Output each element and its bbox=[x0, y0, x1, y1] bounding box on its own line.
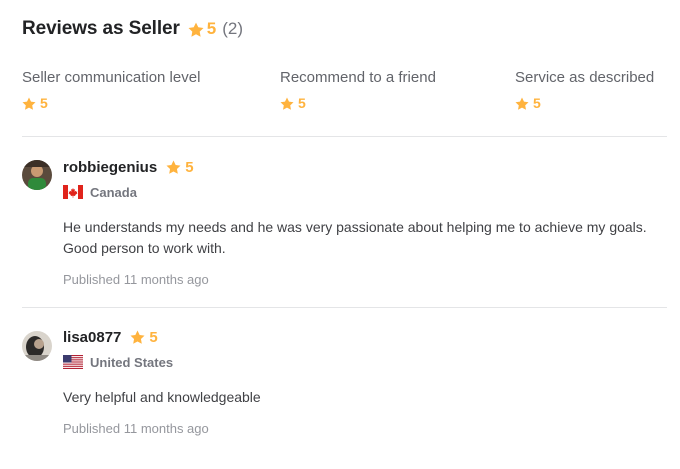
breakdown-label: Service as described bbox=[515, 69, 655, 86]
breakdown-value: 5 bbox=[298, 95, 306, 111]
breakdown-rating: 5 bbox=[22, 95, 200, 111]
divider bbox=[22, 136, 667, 137]
star-icon bbox=[188, 22, 204, 37]
review-published-date: Published 11 months ago bbox=[63, 421, 209, 436]
reviewer-country: United States bbox=[63, 354, 663, 370]
review-text: He understands my needs and he was very … bbox=[63, 217, 663, 259]
breakdown-service: Service as described 5 bbox=[515, 69, 654, 111]
review-rating: 5 bbox=[185, 158, 194, 176]
star-icon bbox=[130, 330, 145, 344]
breakdown-communication: Seller communication level 5 bbox=[22, 69, 200, 111]
breakdown-label: Seller communication level bbox=[22, 69, 201, 86]
avatar[interactable] bbox=[22, 331, 52, 361]
country-name: Canada bbox=[90, 184, 137, 200]
star-icon bbox=[22, 97, 36, 110]
reviewer-username[interactable]: robbiegenius bbox=[63, 159, 157, 176]
rating-breakdown: Seller communication level 5 Recommend t… bbox=[0, 69, 680, 117]
country-name: United States bbox=[90, 354, 174, 370]
review-rating: 5 bbox=[149, 328, 158, 346]
breakdown-label: Recommend to a friend bbox=[280, 69, 436, 86]
overall-rating: 5 bbox=[206, 19, 217, 38]
review-text-line: Very helpful and knowledgeable bbox=[63, 389, 261, 405]
us-flag-icon bbox=[63, 355, 83, 369]
canada-flag-icon bbox=[63, 185, 83, 199]
reviews-header: Reviews as Seller 5 (2) bbox=[22, 17, 243, 41]
reviewer-username[interactable]: lisa0877 bbox=[63, 329, 121, 346]
review-published-date: Published 11 months ago bbox=[63, 272, 209, 287]
star-icon bbox=[515, 97, 529, 110]
review-content: robbiegenius 5 Canada He understands my … bbox=[63, 157, 663, 287]
review-count: (2) bbox=[222, 19, 244, 38]
reviewer-country: Canada bbox=[63, 184, 663, 200]
avatar[interactable] bbox=[22, 160, 52, 190]
breakdown-rating: 5 bbox=[515, 95, 654, 111]
breakdown-value: 5 bbox=[40, 95, 48, 111]
divider bbox=[22, 307, 667, 308]
star-icon bbox=[166, 160, 181, 174]
review-text-line: He understands my needs and he was very … bbox=[63, 219, 647, 235]
review-text-line: Good person to work with. bbox=[63, 240, 226, 256]
breakdown-value: 5 bbox=[533, 95, 541, 111]
review-text: Very helpful and knowledgeable bbox=[63, 387, 663, 408]
review-header: lisa0877 5 bbox=[63, 327, 663, 347]
star-icon bbox=[280, 97, 294, 110]
review-content: lisa0877 5 United States Very helpful an… bbox=[63, 327, 663, 436]
breakdown-rating: 5 bbox=[280, 95, 436, 111]
review-header: robbiegenius 5 bbox=[63, 157, 663, 177]
breakdown-recommend: Recommend to a friend 5 bbox=[280, 69, 436, 111]
reviews-title: Reviews as Seller bbox=[22, 18, 180, 39]
